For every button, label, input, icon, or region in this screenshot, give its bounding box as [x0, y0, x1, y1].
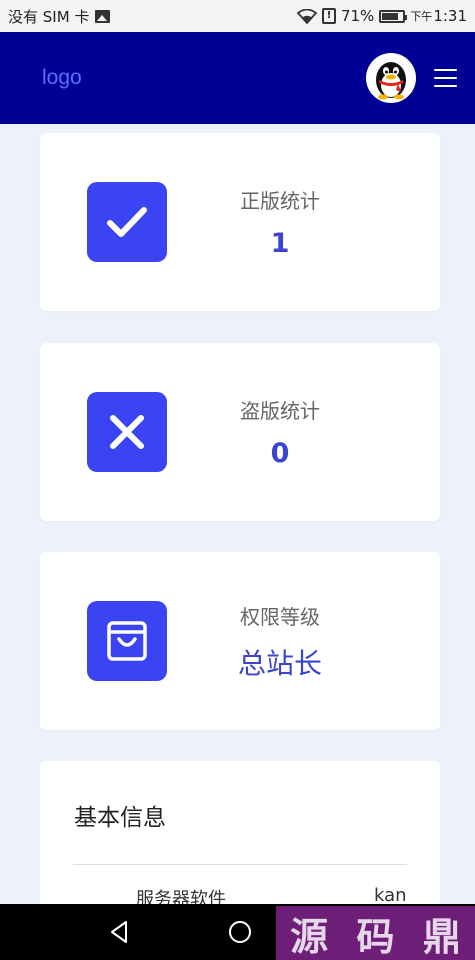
permission-level-label: 权限等级 [240, 604, 320, 629]
watermark-char: 源 [290, 913, 329, 959]
status-right: ! 71% 下午 1:31 [296, 7, 467, 25]
watermark-char: 鼎 [422, 913, 461, 959]
time-text: 1:31 [433, 7, 467, 25]
checkmark-icon [87, 182, 167, 262]
permission-level-card: 权限等级 总站长 [40, 552, 440, 730]
pirated-stats-label: 盗版统计 [240, 399, 320, 423]
genuine-stats-value: 1 [270, 228, 290, 259]
pirated-stats-value: 0 [270, 438, 290, 469]
basic-info-title: 基本信息 [74, 805, 166, 831]
back-icon[interactable] [106, 918, 134, 946]
ampm-text: 下午 [410, 10, 433, 23]
qq-penguin-icon [376, 62, 406, 100]
genuine-stats-text: 正版统计 1 [200, 185, 360, 259]
pirated-stats-text: 盗版统计 0 [200, 395, 360, 469]
alert-icon: ! [321, 8, 336, 24]
battery-icon [379, 9, 408, 23]
pirated-stats-card: 盗版统计 0 [40, 343, 440, 521]
close-x-icon [87, 392, 167, 472]
avatar[interactable] [366, 53, 416, 103]
permission-level-value: 总站长 [237, 646, 322, 680]
genuine-stats-label: 正版统计 [240, 189, 320, 213]
basic-info-card: 基本信息 服务器软件 kan [40, 761, 440, 921]
carrier-text: 没有 SIM 卡 [8, 7, 90, 26]
app-header: logo [0, 32, 475, 124]
server-software-value: kan [374, 885, 407, 906]
genuine-stats-card: 正版统计 1 [40, 133, 440, 311]
status-left: 没有 SIM 卡 [8, 6, 111, 27]
hamburger-menu-icon[interactable] [434, 69, 457, 87]
wifi-icon [296, 8, 317, 24]
header-actions [366, 53, 457, 103]
shopping-bag-icon [87, 601, 167, 681]
battery-percent: 71% [340, 7, 375, 25]
watermark-char: 码 [356, 913, 395, 959]
permission-level-text: 权限等级 总站长 [200, 601, 360, 682]
status-bar: 没有 SIM 卡 ! 71% 下午 1:31 [0, 0, 475, 32]
watermark: 源 码 鼎 [276, 906, 475, 960]
home-icon[interactable] [226, 918, 254, 946]
divider [73, 864, 407, 865]
logo[interactable]: logo [42, 66, 82, 90]
image-notification-icon [95, 9, 111, 23]
